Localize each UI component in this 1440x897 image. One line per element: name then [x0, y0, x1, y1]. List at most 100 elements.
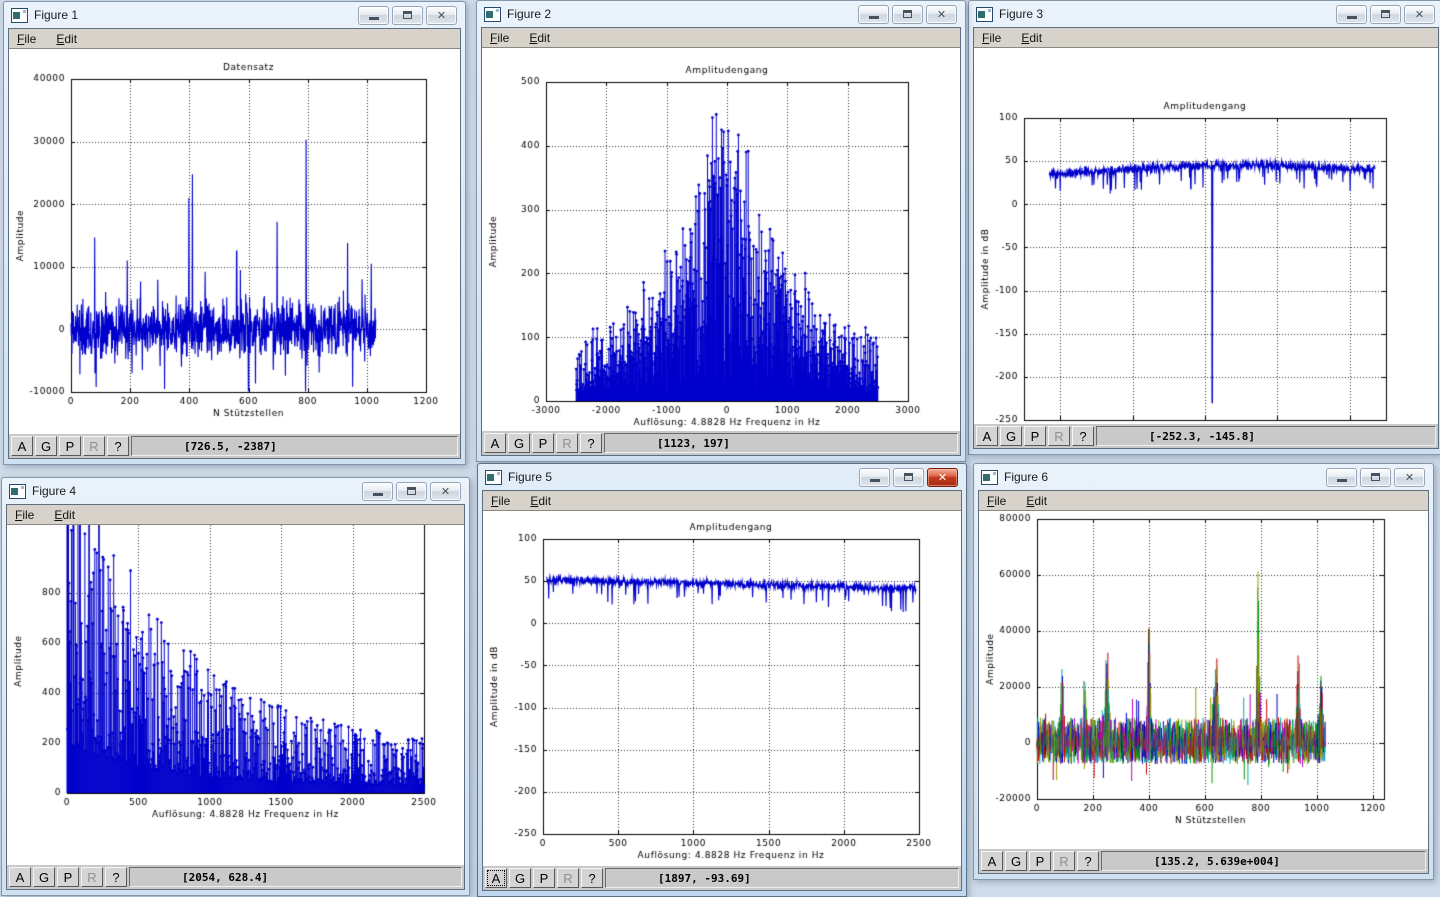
menu-edit[interactable]: Edit	[1021, 31, 1042, 45]
menu-file[interactable]: File	[17, 32, 36, 46]
close-icon: ✕	[1405, 472, 1414, 483]
close-button[interactable]: ✕	[927, 468, 958, 487]
coordinate-readout: [2054, 628.4]	[129, 867, 462, 887]
minimize-icon	[369, 17, 379, 20]
minimize-icon	[1347, 16, 1357, 19]
menu-file[interactable]: File	[987, 494, 1006, 508]
toolbar-button-help[interactable]: ?	[107, 436, 129, 456]
titlebar[interactable]: Figure 2 ✕	[481, 1, 961, 27]
maximize-button[interactable]	[396, 482, 427, 501]
menu-edit[interactable]: Edit	[1026, 494, 1047, 508]
menu-file[interactable]: File	[982, 31, 1001, 45]
close-button[interactable]: ✕	[1394, 468, 1425, 487]
menu-edit[interactable]: Edit	[529, 31, 550, 45]
plot-canvas[interactable]	[979, 511, 1428, 849]
toolbar-button-g[interactable]: G	[35, 436, 57, 456]
maximize-button[interactable]	[1370, 5, 1401, 24]
menu-file[interactable]: File	[15, 508, 34, 522]
toolbar-button-a[interactable]: A	[485, 868, 507, 888]
menu-file[interactable]: File	[491, 494, 510, 508]
plot-area	[7, 525, 464, 865]
toolbar-button-a[interactable]: A	[976, 426, 998, 446]
titlebar[interactable]: Figure 3 ✕	[973, 1, 1439, 27]
window-title: Figure 2	[507, 7, 551, 21]
close-button[interactable]: ✕	[430, 482, 461, 501]
close-icon: ✕	[938, 472, 947, 483]
toolbar-button-g[interactable]: G	[509, 868, 531, 888]
close-icon: ✕	[437, 10, 446, 21]
window-icon	[9, 484, 26, 499]
plot-canvas[interactable]	[7, 525, 464, 865]
minimize-button[interactable]	[362, 482, 393, 501]
toolbar-button-p[interactable]: P	[532, 433, 554, 453]
plot-area	[979, 511, 1428, 849]
toolbar-button-a[interactable]: A	[981, 851, 1003, 871]
status-bar: AGPR? [726.5, -2387]	[9, 434, 460, 458]
menu-edit[interactable]: Edit	[56, 32, 77, 46]
menu-edit[interactable]: Edit	[54, 508, 75, 522]
menu-bar: File Edit	[483, 491, 961, 511]
maximize-button[interactable]	[893, 468, 924, 487]
titlebar[interactable]: Figure 5 ✕	[482, 464, 962, 490]
window-title: Figure 1	[34, 8, 78, 22]
window-icon	[981, 470, 998, 485]
window-icon	[976, 7, 993, 22]
maximize-button[interactable]	[892, 5, 923, 24]
toolbar-button-p[interactable]: P	[1024, 426, 1046, 446]
toolbar-button-a[interactable]: A	[9, 867, 31, 887]
toolbar-button-g[interactable]: G	[508, 433, 530, 453]
window-icon	[484, 7, 501, 22]
close-button[interactable]: ✕	[426, 6, 457, 25]
toolbar-button-help[interactable]: ?	[105, 867, 127, 887]
figure-3-window: Figure 3 ✕ File Edit AGPR? [-252.3, -145.…	[968, 0, 1440, 455]
minimize-button[interactable]	[858, 5, 889, 24]
titlebar[interactable]: Figure 6 ✕	[978, 464, 1429, 490]
minimize-button[interactable]	[859, 468, 890, 487]
window-title: Figure 5	[508, 470, 552, 484]
plot-canvas[interactable]	[9, 49, 460, 434]
toolbar-button-p[interactable]: P	[59, 436, 81, 456]
coordinate-readout: [-252.3, -145.8]	[1096, 426, 1436, 446]
close-icon: ✕	[1415, 9, 1424, 20]
window-icon	[485, 470, 502, 485]
toolbar-button-r: R	[1048, 426, 1070, 446]
plot-canvas[interactable]	[974, 48, 1438, 424]
menu-bar: File Edit	[9, 29, 460, 49]
toolbar-button-p[interactable]: P	[1029, 851, 1051, 871]
maximize-button[interactable]	[392, 6, 423, 25]
close-button[interactable]: ✕	[926, 5, 957, 24]
toolbar-button-help[interactable]: ?	[1077, 851, 1099, 871]
toolbar-button-r: R	[1053, 851, 1075, 871]
toolbar-button-p[interactable]: P	[57, 867, 79, 887]
menu-edit[interactable]: Edit	[530, 494, 551, 508]
titlebar[interactable]: Figure 1 ✕	[8, 2, 461, 28]
menu-bar: File Edit	[974, 28, 1438, 48]
toolbar-button-r: R	[83, 436, 105, 456]
maximize-icon	[1371, 473, 1380, 481]
toolbar-button-help[interactable]: ?	[1072, 426, 1094, 446]
toolbar-button-help[interactable]: ?	[580, 433, 602, 453]
minimize-button[interactable]	[358, 6, 389, 25]
minimize-icon	[1337, 479, 1347, 482]
menu-file[interactable]: File	[490, 31, 509, 45]
figure-5-window: Figure 5 ✕ FileEdit AGPR? [1897, -93.69]	[477, 463, 967, 897]
window-title: Figure 4	[32, 484, 76, 498]
toolbar-button-a[interactable]: A	[484, 433, 506, 453]
toolbar-button-g[interactable]: G	[1005, 851, 1027, 871]
window-title: Figure 6	[1004, 470, 1048, 484]
toolbar-button-p[interactable]: P	[533, 868, 555, 888]
close-button[interactable]: ✕	[1404, 5, 1435, 24]
close-icon: ✕	[441, 486, 450, 497]
titlebar[interactable]: Figure 4 ✕	[6, 478, 465, 504]
toolbar-button-help[interactable]: ?	[581, 868, 603, 888]
toolbar-button-a[interactable]: A	[11, 436, 33, 456]
toolbar-button-g[interactable]: G	[1000, 426, 1022, 446]
plot-area	[974, 48, 1438, 424]
plot-canvas[interactable]	[482, 48, 960, 431]
plot-canvas[interactable]	[483, 511, 961, 866]
maximize-icon	[403, 11, 412, 19]
minimize-button[interactable]	[1326, 468, 1357, 487]
maximize-button[interactable]	[1360, 468, 1391, 487]
toolbar-button-g[interactable]: G	[33, 867, 55, 887]
minimize-button[interactable]	[1336, 5, 1367, 24]
